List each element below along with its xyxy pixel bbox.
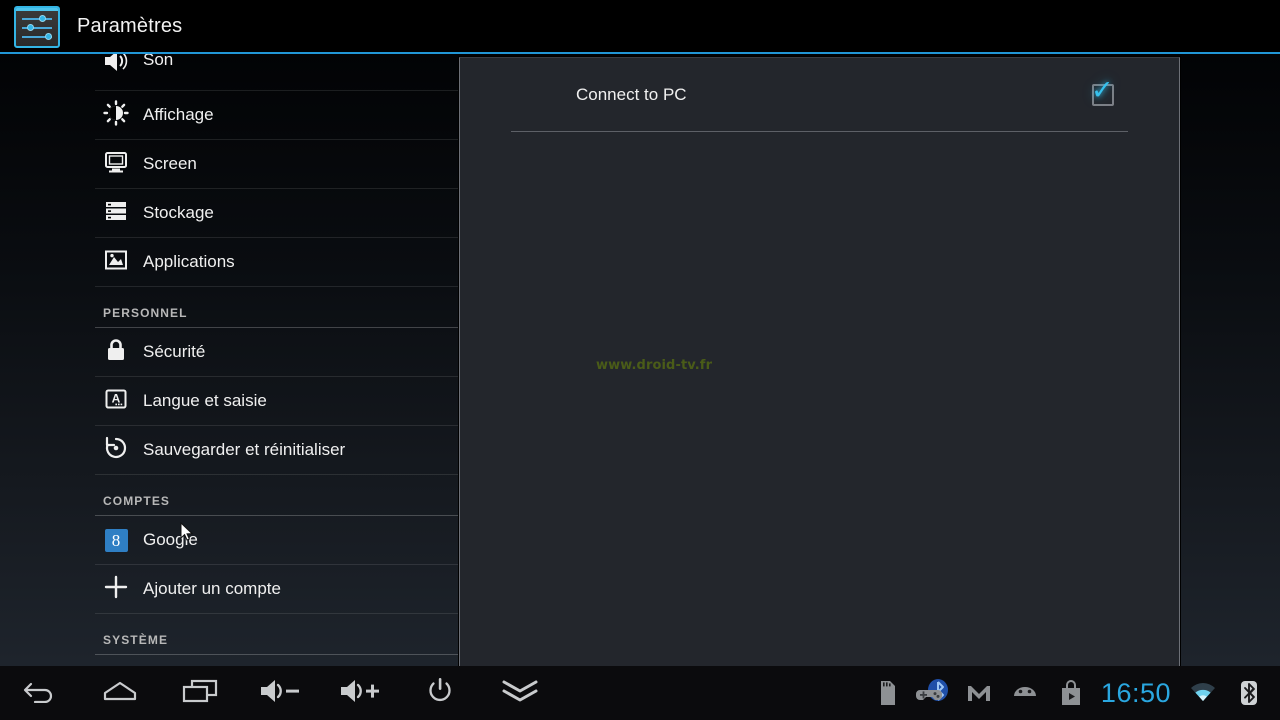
sidebar-item-affichage[interactable]: Affichage xyxy=(95,91,459,140)
sidebar-item-sauvegarder-et-r-initialiser[interactable]: Sauvegarder et réinitialiser xyxy=(95,426,459,475)
google-icon: 8 xyxy=(104,528,128,552)
settings-sidebar[interactable]: Son Affichage Screen Stockage Applications PE… xyxy=(95,54,459,666)
sidebar-item-label: Langue et saisie xyxy=(143,391,267,410)
gamepad-bluetooth-icon[interactable] xyxy=(910,666,956,720)
sidebar-item-label: Sauvegarder et réinitialiser xyxy=(143,440,346,459)
volume-up-button[interactable] xyxy=(320,666,400,720)
monitor-icon xyxy=(103,149,129,180)
back-arrow-icon xyxy=(23,679,57,708)
sidebar-item-label: Stockage xyxy=(143,203,214,222)
status-clock: 16:50 xyxy=(1100,677,1171,708)
sidebar-item-label: Son xyxy=(143,54,174,69)
mouse-cursor xyxy=(180,521,194,542)
sidebar-item-date-et-heure[interactable]: Date et heure xyxy=(95,655,459,666)
apps-image-icon-wrap xyxy=(103,249,129,275)
double-chevron-down-icon xyxy=(500,678,540,709)
power-icon xyxy=(425,676,455,711)
svg-text:A: A xyxy=(112,391,121,405)
lock-icon xyxy=(103,337,129,368)
apps-image-icon xyxy=(103,247,129,278)
home-icon xyxy=(101,679,139,708)
brightness-icon-wrap xyxy=(103,99,129,131)
setting-label: Connect to PC xyxy=(576,84,687,104)
backup-restore-icon xyxy=(103,435,129,466)
power-button[interactable] xyxy=(400,666,480,720)
brightness-icon xyxy=(103,99,129,131)
volume-up-icon xyxy=(338,678,382,709)
sd-card-icon[interactable] xyxy=(864,666,910,720)
volume-down-button[interactable] xyxy=(240,666,320,720)
lock-icon-wrap xyxy=(103,337,129,368)
system-navigation-bar: 16:50 xyxy=(0,666,1280,720)
sidebar-item-label: Sécurité xyxy=(143,342,206,361)
recents-button[interactable] xyxy=(160,666,240,720)
storage-icon-wrap xyxy=(103,200,129,226)
volume-down-icon xyxy=(258,678,302,709)
sidebar-item-langue-et-saisie[interactable]: A Langue et saisie xyxy=(95,377,459,426)
sidebar-section-header: SYSTÈME xyxy=(95,614,459,655)
check-icon: ✓ xyxy=(1091,74,1114,105)
sidebar-item-label: Affichage xyxy=(143,105,214,124)
sidebar-item-son[interactable]: Son xyxy=(95,54,459,91)
sidebar-item-screen[interactable]: Screen xyxy=(95,140,459,189)
settings-sliders-icon xyxy=(14,5,60,48)
backup-restore-icon-wrap xyxy=(103,435,129,466)
gmail-icon[interactable] xyxy=(956,666,1002,720)
sidebar-item-label: Screen xyxy=(143,154,197,173)
app-header: Paramètres xyxy=(0,0,1280,53)
sidebar-item-s-curit[interactable]: Sécurité xyxy=(95,328,459,377)
wifi-icon[interactable] xyxy=(1180,666,1226,720)
home-button[interactable] xyxy=(80,666,160,720)
volume-icon-wrap xyxy=(103,54,129,76)
play-store-icon[interactable] xyxy=(1048,666,1094,720)
plus-icon-wrap xyxy=(103,574,129,605)
connect-to-pc-checkbox[interactable]: ✓ xyxy=(1091,76,1114,106)
volume-icon xyxy=(103,54,129,79)
sidebar-item-label: Applications xyxy=(143,252,235,271)
sidebar-section-header: COMPTES xyxy=(95,475,459,516)
notifications-button[interactable] xyxy=(480,666,560,720)
android-icon[interactable] xyxy=(1002,666,1048,720)
watermark: www.droid-tv.fr xyxy=(596,358,713,373)
storage-icon xyxy=(103,198,129,229)
monitor-icon-wrap xyxy=(103,151,129,177)
plus-icon xyxy=(103,574,129,605)
language-keyboard-icon-wrap: A xyxy=(103,388,129,414)
sidebar-section-header: PERSONNEL xyxy=(95,287,459,328)
status-tray: 16:50 xyxy=(864,666,1280,720)
recents-icon xyxy=(181,678,219,709)
settings-screen: Paramètres Son Affichage Screen Stockage App… xyxy=(0,0,1280,720)
google-icon-wrap: 8 xyxy=(103,527,129,553)
bluetooth-icon[interactable] xyxy=(1226,666,1272,720)
sidebar-item-applications[interactable]: Applications xyxy=(95,238,459,287)
settings-detail-panel: Connect to PC ✓ www.droid-tv.fr xyxy=(459,57,1180,668)
sidebar-item-ajouter-un-compte[interactable]: Ajouter un compte xyxy=(95,565,459,614)
setting-row-connect-to-pc[interactable]: Connect to PC ✓ xyxy=(511,58,1128,132)
sidebar-item-google[interactable]: 8 Google xyxy=(95,516,459,565)
back-button[interactable] xyxy=(0,666,80,720)
sidebar-item-label: Ajouter un compte xyxy=(143,579,281,598)
sidebar-item-stockage[interactable]: Stockage xyxy=(95,189,459,238)
page-title: Paramètres xyxy=(77,15,183,37)
language-keyboard-icon: A xyxy=(103,386,129,417)
